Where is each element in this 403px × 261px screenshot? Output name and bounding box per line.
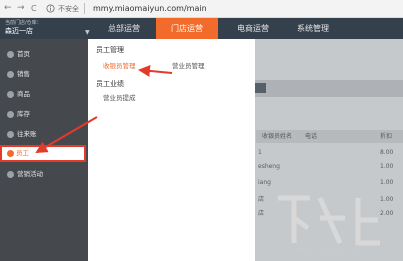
watermark-text: www.xiazaiba.com <box>296 246 361 254</box>
arrow-to-staff <box>35 116 98 154</box>
arrow-to-cashier-management <box>138 64 173 77</box>
